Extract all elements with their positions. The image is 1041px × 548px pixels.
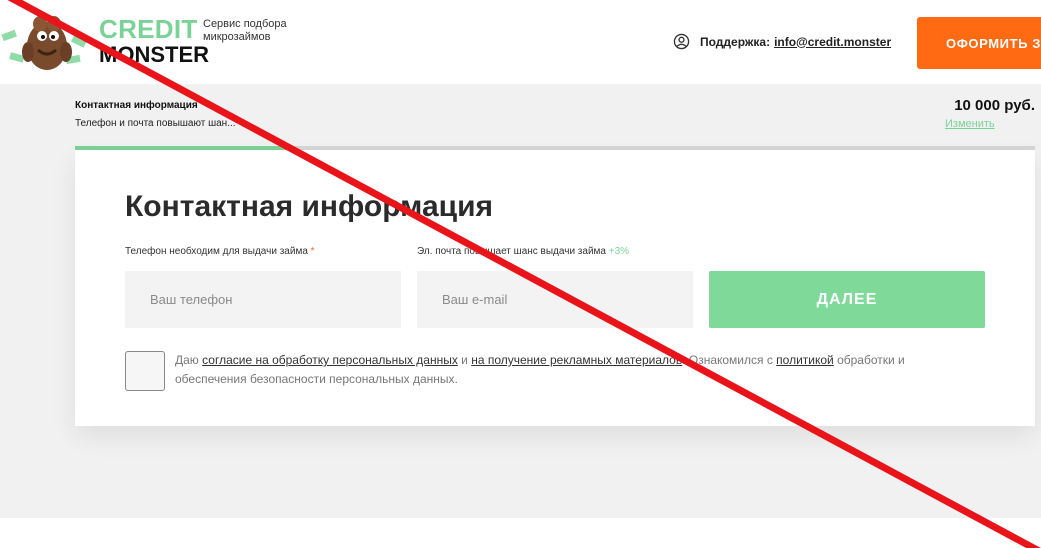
- email-label-text: Эл. почта повышает шанс выдачи займа: [417, 246, 606, 257]
- consent-checkbox[interactable]: [125, 351, 165, 391]
- loan-amount: 10 000 руб.: [954, 97, 1035, 114]
- consent-text-part-2: и: [457, 353, 472, 367]
- support-label: Поддержка:: [700, 34, 771, 49]
- required-asterisk: *: [310, 246, 315, 257]
- email-field-label: Эл. почта повышает шанс выдачи займа +3%: [417, 246, 629, 257]
- privacy-policy-link[interactable]: политикой: [776, 353, 834, 367]
- form-title: Контактная информация: [125, 190, 494, 223]
- logo-credit-word: CREDIT: [99, 14, 198, 44]
- phone-label-text: Телефон необходим для выдачи займа: [125, 246, 308, 257]
- consent-text: Даю согласие на обработку персональных д…: [175, 351, 935, 389]
- consent-text-part-3: . Ознакомился с: [682, 353, 777, 367]
- step-subtitle: Телефон и почта повышают шан...: [75, 118, 236, 129]
- apply-loan-button[interactable]: ОФОРМИТЬ З: [917, 17, 1041, 69]
- brand-logo-text[interactable]: CREDIT MONSTER: [99, 16, 209, 66]
- email-input[interactable]: [417, 271, 693, 328]
- email-bonus: +3%: [608, 246, 630, 257]
- advertising-consent-link[interactable]: на получение рекламных материалов: [471, 353, 682, 367]
- personal-data-consent-link[interactable]: согласие на обработку персональных данны…: [202, 353, 458, 367]
- tagline: Сервис подбора микрозаймов: [203, 18, 287, 43]
- support-contact: Поддержка: info@credit.monster: [673, 33, 891, 50]
- header: CREDIT MONSTER Сервис подбора микрозаймо…: [0, 0, 1041, 84]
- step-title: Контактная информация: [75, 100, 198, 111]
- user-circle-icon: [673, 33, 690, 50]
- contact-form-card: Контактная информация Телефон необходим …: [75, 150, 1035, 426]
- logo-monster-word: MONSTER: [99, 42, 209, 67]
- change-amount-link[interactable]: Изменить: [945, 118, 995, 130]
- consent-text-part-1: Даю: [175, 353, 203, 367]
- phone-input[interactable]: [125, 271, 401, 328]
- next-button[interactable]: ДАЛЕЕ: [709, 271, 985, 328]
- support-email-link[interactable]: info@credit.monster: [774, 35, 891, 49]
- phone-field-label: Телефон необходим для выдачи займа *: [125, 246, 315, 257]
- monster-mascot-logo[interactable]: [0, 10, 96, 76]
